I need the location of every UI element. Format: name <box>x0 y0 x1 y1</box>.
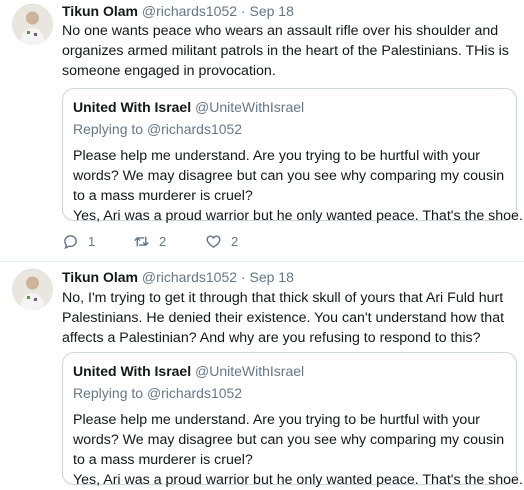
quoted-header: United With Israel @UniteWithIsrael <box>73 362 506 380</box>
like-button[interactable]: 2 <box>205 233 238 250</box>
retweet-icon <box>133 233 150 250</box>
author-name[interactable]: Tikun Olam <box>62 269 138 285</box>
quoted-text-continued: Yes, Ari was a proud warrior but he only… <box>73 472 524 488</box>
retweet-count: 2 <box>159 234 167 249</box>
quoted-header: United With Israel @UniteWithIsrael <box>73 98 506 116</box>
retweet-button[interactable]: 2 <box>133 233 166 250</box>
reply-count: 1 <box>88 234 96 249</box>
like-icon <box>205 233 222 250</box>
quoted-text-continued: Yes, Ari was a proud warrior but he only… <box>73 208 524 224</box>
author-handle[interactable]: @richards1052 <box>142 3 237 19</box>
quoted-author-handle: @UniteWithIsrael <box>195 363 305 379</box>
tweet-date[interactable]: Sep 18 <box>249 3 293 19</box>
quoted-text: Please help me understand. Are you tryin… <box>73 412 505 468</box>
tweet-text: No, I'm trying to get it through that th… <box>62 290 505 346</box>
author-handle[interactable]: @richards1052 <box>142 269 237 285</box>
quoted-author-handle: @UniteWithIsrael <box>195 99 305 115</box>
author-name[interactable]: Tikun Olam <box>62 3 138 19</box>
replying-to: Replying to @richards1052 <box>73 384 506 402</box>
tweet-actions: 1 2 2 <box>62 233 362 253</box>
avatar[interactable] <box>12 4 53 45</box>
replying-label: Replying to <box>73 385 144 401</box>
tweet-text: No one wants peace who wears an assault … <box>62 23 509 79</box>
tweet-header: Tikun Olam @richards1052 · Sep 18 <box>62 2 294 20</box>
quoted-tweet[interactable]: United With Israel @UniteWithIsrael Repl… <box>62 352 524 488</box>
quoted-author-name: United With Israel <box>73 99 192 115</box>
separator: · <box>240 269 246 285</box>
replying-label: Replying to <box>73 121 144 137</box>
replying-to: Replying to @richards1052 <box>73 120 506 138</box>
tweet-date[interactable]: Sep 18 <box>249 269 293 285</box>
reply-button[interactable]: 1 <box>62 233 95 250</box>
quoted-text: Please help me understand. Are you tryin… <box>73 148 505 204</box>
quoted-tweet[interactable]: United With Israel @UniteWithIsrael Repl… <box>62 88 524 224</box>
replying-handle: @richards1052 <box>146 121 243 137</box>
quoted-author-name: United With Israel <box>73 363 192 379</box>
like-count: 2 <box>231 234 239 249</box>
reply-icon <box>62 233 79 250</box>
tweet-header: Tikun Olam @richards1052 · Sep 18 <box>62 268 294 286</box>
separator: · <box>240 3 246 19</box>
replying-handle: @richards1052 <box>146 385 243 401</box>
avatar[interactable] <box>12 269 53 310</box>
tweet[interactable]: Tikun Olam @richards1052 · Sep 18 No one… <box>0 0 524 262</box>
